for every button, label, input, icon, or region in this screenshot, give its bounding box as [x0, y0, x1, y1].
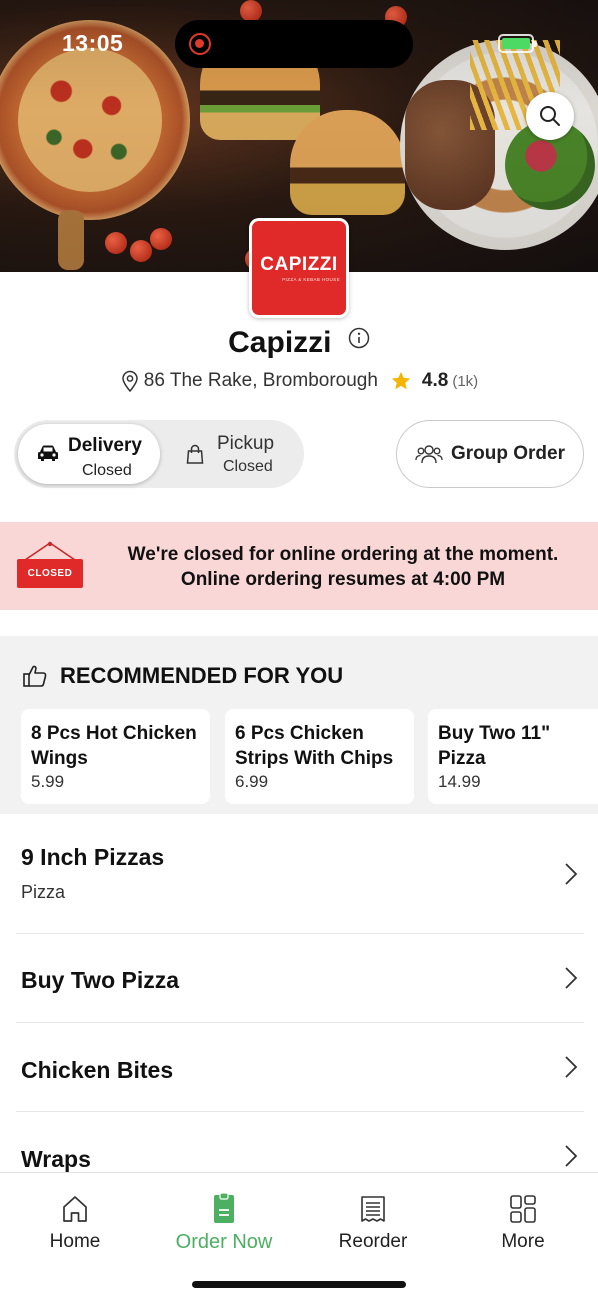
- info-icon: [348, 327, 370, 349]
- order-mode-toggle: Delivery Closed Pickup Closed: [14, 420, 304, 488]
- tab-label: Reorder: [338, 1231, 408, 1252]
- group-order-label: Group Order: [450, 443, 565, 464]
- order-icon: [214, 1193, 234, 1223]
- category-name: 9 Inch Pizzas: [21, 844, 165, 870]
- recommended-item-price: 14.99: [438, 772, 481, 791]
- store-address-row: 86 The Rake, Bromborough 4.8 (1k): [0, 370, 598, 392]
- category-name: Chicken Bites: [21, 1057, 174, 1083]
- dynamic-island: [175, 20, 413, 68]
- tab-more[interactable]: More: [463, 1192, 583, 1253]
- grid-icon: [510, 1195, 536, 1223]
- closed-sign-text: CLOSED: [17, 559, 83, 588]
- tab-order-now[interactable]: Order Now: [164, 1192, 284, 1254]
- search-icon: [540, 106, 560, 126]
- home-icon: [63, 1196, 87, 1222]
- tab-home[interactable]: Home: [15, 1192, 135, 1253]
- chevron-right-icon: [565, 863, 578, 885]
- category-row-wraps[interactable]: Wraps: [16, 1112, 584, 1172]
- store-address: 86 The Rake, Bromborough: [143, 370, 378, 391]
- recommended-item-price: 5.99: [31, 772, 65, 791]
- store-rating: 4.8: [421, 370, 449, 391]
- category-name: Wraps: [21, 1146, 91, 1172]
- group-order-button[interactable]: Group Order: [396, 420, 584, 488]
- tab-label: Home: [49, 1231, 101, 1252]
- closed-message-line1: We're closed for online ordering at the …: [127, 544, 559, 565]
- recommended-item-card[interactable]: 8 Pcs Hot Chicken Wings 5.99: [21, 709, 210, 804]
- store-rating-count: (1k): [452, 372, 479, 390]
- recommended-item-price: 6.99: [235, 772, 269, 791]
- category-name: Buy Two Pizza: [21, 967, 180, 993]
- delivery-status: Closed: [82, 462, 132, 479]
- store-name-row: Capizzi: [0, 326, 598, 360]
- category-subtitle: Pizza: [21, 882, 66, 902]
- category-row-chicken-bites[interactable]: Chicken Bites: [16, 1023, 584, 1112]
- store-name: Capizzi: [228, 326, 332, 359]
- home-indicator[interactable]: [192, 1281, 406, 1288]
- search-button[interactable]: [526, 92, 574, 140]
- category-row-9-inch-pizzas[interactable]: 9 Inch Pizzas Pizza: [16, 816, 584, 934]
- star-icon: [391, 371, 411, 390]
- store-logo-text: CAPIZZI: [260, 254, 338, 275]
- recommended-item-card[interactable]: Buy Two 11" Pizza 14.99: [428, 709, 598, 804]
- status-bar-time: 13:05: [62, 30, 124, 56]
- closed-message: We're closed for online ordering at the …: [100, 542, 586, 592]
- chevron-right-icon: [565, 1056, 578, 1078]
- car-icon: [38, 445, 58, 461]
- recommended-item-name: 6 Pcs Chicken Strips With Chips: [235, 723, 394, 769]
- delivery-mode-button[interactable]: Delivery Closed: [18, 424, 160, 484]
- recommended-item-name: Buy Two 11" Pizza: [438, 723, 551, 769]
- closed-sign-icon: CLOSED: [17, 541, 83, 589]
- pickup-status: Closed: [223, 458, 273, 475]
- shopping-bag-icon: [186, 444, 204, 464]
- receipt-icon: [361, 1196, 385, 1222]
- tab-label: More: [501, 1231, 545, 1252]
- category-row-buy-two-pizza[interactable]: Buy Two Pizza: [16, 934, 584, 1023]
- battery-icon: [498, 34, 537, 53]
- recording-indicator-icon: [189, 33, 211, 55]
- group-users-icon: [415, 445, 443, 464]
- recommended-header: RECOMMENDED FOR YOU: [22, 663, 343, 689]
- tab-label: Order Now: [175, 1231, 273, 1253]
- pickup-label: Pickup: [217, 433, 275, 454]
- location-pin-icon: [122, 370, 138, 392]
- chevron-right-icon: [565, 1145, 578, 1167]
- delivery-label: Delivery: [68, 435, 142, 456]
- recommended-item-card[interactable]: 6 Pcs Chicken Strips With Chips 6.99: [225, 709, 414, 804]
- recommended-item-name: 8 Pcs Hot Chicken Wings: [31, 723, 197, 769]
- recommended-title: RECOMMENDED FOR YOU: [60, 663, 344, 688]
- tab-reorder[interactable]: Reorder: [313, 1192, 433, 1253]
- thumbs-up-icon: [23, 665, 47, 687]
- closed-message-line2: Online ordering resumes at 4:00 PM: [180, 569, 506, 590]
- store-logo: CAPIZZI PIZZA & KEBAB HOUSE: [249, 218, 349, 318]
- chevron-right-icon: [565, 967, 578, 989]
- info-button[interactable]: [348, 323, 370, 357]
- store-logo-tagline: PIZZA & KEBAB HOUSE: [282, 277, 340, 282]
